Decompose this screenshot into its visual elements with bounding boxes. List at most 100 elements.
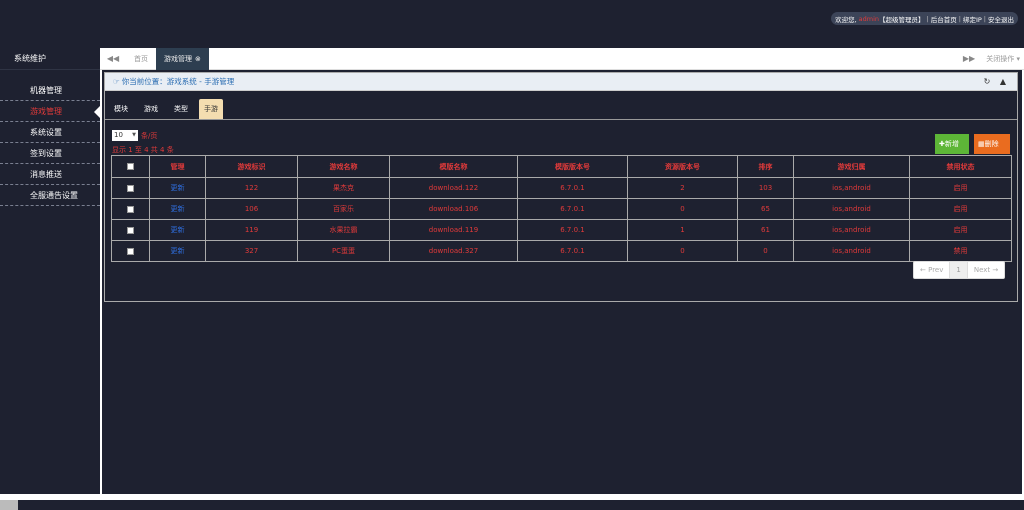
delete-button-label: 删除 <box>984 140 999 148</box>
breadcrumb: ☞ 你当前位置：游戏系统 - 手游管理 <box>113 73 234 91</box>
panel-body: 模块 游戏 类型 手游 10 ▼ 条/页 显示 1 至 4 共 4 条 ✚新增 … <box>105 91 1017 301</box>
sidebar-item-system[interactable]: 系统设置 <box>0 122 100 143</box>
cell-id: 106 <box>205 198 298 220</box>
sidebar-item-game[interactable]: 游戏管理 <box>0 101 101 122</box>
cell-name: 果杰克 <box>297 177 390 199</box>
sidebar-item-notice[interactable]: 全服通告设置 <box>0 185 100 206</box>
subtab-game[interactable]: 游戏 <box>139 99 163 119</box>
cell-name: 水果拉霸 <box>297 219 390 241</box>
bottom-scrollbar[interactable] <box>0 494 1024 510</box>
add-button-label: 新增 <box>944 140 959 148</box>
row-checkbox[interactable] <box>127 226 134 234</box>
subtab-divider <box>105 119 1017 120</box>
scrollbar-thumb[interactable] <box>0 500 18 510</box>
col-header: 游戏归属 <box>793 155 910 178</box>
sidebar: 系统维护 机器管理 游戏管理 系统设置 签到设置 消息推送 全服通告设置 <box>0 48 101 494</box>
record-info: 显示 1 至 4 共 4 条 <box>112 146 174 154</box>
cell-platform: ios,android <box>793 198 910 220</box>
logout-link[interactable]: 安全退出 <box>988 14 1014 24</box>
cell-template: download.122 <box>389 177 518 199</box>
subtab-type[interactable]: 类型 <box>169 99 193 119</box>
sidebar-item-machine[interactable]: 机器管理 <box>0 80 100 101</box>
admin-home-link[interactable]: 后台首页 <box>931 14 957 24</box>
page-size-control: 10 ▼ 条/页 <box>112 130 157 141</box>
cell-id: 122 <box>205 177 298 199</box>
collapse-icon[interactable]: ▲ <box>997 76 1009 88</box>
subtab-mobile[interactable]: 手游 <box>199 99 223 119</box>
delete-button[interactable]: ▦删除 <box>974 134 1010 154</box>
cell-platform: ios,android <box>793 177 910 199</box>
cell-tpl-ver: 6.7.0.1 <box>517 219 628 241</box>
row-checkbox[interactable] <box>127 247 134 255</box>
col-header: 模版名称 <box>389 155 518 178</box>
breadcrumb-text: 你当前位置：游戏系统 - 手游管理 <box>121 77 235 86</box>
select-all-cell <box>111 155 150 178</box>
top-header: 欢迎您, admin 【超级管理员】 | 后台首页 | 绑定IP | 安全退出 <box>0 0 1024 48</box>
next-page-button[interactable]: Next → <box>968 262 1004 278</box>
update-link[interactable]: 更新 <box>171 184 185 192</box>
cell-template: download.106 <box>389 198 518 220</box>
tab-game-manage-label: 游戏管理 <box>164 55 192 63</box>
page-size-suffix: 条/页 <box>141 131 158 140</box>
cell-sort: 61 <box>737 219 794 241</box>
user-info-bar: 欢迎您, admin 【超级管理员】 | 后台首页 | 绑定IP | 安全退出 <box>831 12 1018 25</box>
game-panel: ☞ 你当前位置：游戏系统 - 手游管理 ↻ ▲ 模块 游戏 类型 手游 10 ▼… <box>104 72 1018 302</box>
col-header: 排序 <box>737 155 794 178</box>
cell-status: 启用 <box>909 198 1012 220</box>
prev-page-button[interactable]: ← Prev <box>914 262 951 278</box>
close-ops-dropdown[interactable]: 关闭操作 ▾ <box>986 48 1020 70</box>
cell-name: PC蛋蛋 <box>297 240 390 262</box>
cell-template: download.327 <box>389 240 518 262</box>
col-header: 资源版本号 <box>627 155 738 178</box>
page-number-button[interactable]: 1 <box>950 262 968 278</box>
table-row: 更新 106 百家乐 download.106 6.7.0.1 0 65 ios… <box>111 198 1012 220</box>
subtab-module[interactable]: 模块 <box>109 99 133 119</box>
caret-down-icon: ▼ <box>132 132 136 138</box>
cell-sort: 103 <box>737 177 794 199</box>
sidebar-item-signin[interactable]: 签到设置 <box>0 143 100 164</box>
username: admin <box>858 14 880 23</box>
scrollbar-track <box>18 500 1024 510</box>
double-right-icon[interactable]: ▶▶ <box>958 48 980 70</box>
col-header: 游戏标识 <box>205 155 298 178</box>
add-button[interactable]: ✚新增 <box>935 134 969 154</box>
tab-bar: ◀◀ 首页 游戏管理 ⊗ ▶▶ 关闭操作 ▾ <box>100 48 1024 70</box>
cell-id: 119 <box>205 219 298 241</box>
page-size-value: 10 <box>114 131 123 139</box>
tab-home[interactable]: 首页 <box>126 48 156 70</box>
trash-icon: ▦ <box>978 140 985 148</box>
update-link[interactable]: 更新 <box>171 205 185 213</box>
cell-id: 327 <box>205 240 298 262</box>
cell-tpl-ver: 6.7.0.1 <box>517 198 628 220</box>
cell-res-ver: 2 <box>627 177 738 199</box>
update-link[interactable]: 更新 <box>171 247 185 255</box>
double-left-icon[interactable]: ◀◀ <box>102 48 124 70</box>
col-header: 禁用状态 <box>909 155 1012 178</box>
select-all-checkbox[interactable] <box>127 163 134 170</box>
close-ops-label: 关闭操作 <box>986 55 1015 63</box>
col-header: 管理 <box>149 155 206 178</box>
close-circle-icon[interactable]: ⊗ <box>195 55 201 63</box>
page-size-select[interactable]: 10 ▼ <box>112 130 138 141</box>
sidebar-title: 系统维护 <box>0 48 100 70</box>
cell-name: 百家乐 <box>297 198 390 220</box>
cell-template: download.119 <box>389 219 518 241</box>
cell-tpl-ver: 6.7.0.1 <box>517 177 628 199</box>
cell-platform: ios,android <box>793 219 910 241</box>
sidebar-menu: 机器管理 游戏管理 系统设置 签到设置 消息推送 全服通告设置 <box>0 80 101 206</box>
refresh-icon[interactable]: ↻ <box>981 76 993 88</box>
table-row: 更新 122 果杰克 download.122 6.7.0.1 2 103 io… <box>111 177 1012 199</box>
bind-ip-link[interactable]: 绑定IP <box>963 14 982 24</box>
cell-tpl-ver: 6.7.0.1 <box>517 240 628 262</box>
panel-header: ☞ 你当前位置：游戏系统 - 手游管理 ↻ ▲ <box>105 73 1017 91</box>
welcome-text: 欢迎您, <box>835 15 857 24</box>
table-row: 更新 119 水果拉霸 download.119 6.7.0.1 1 61 io… <box>111 219 1012 241</box>
sidebar-item-push[interactable]: 消息推送 <box>0 164 100 185</box>
row-checkbox[interactable] <box>127 205 134 213</box>
sub-tabs: 模块 游戏 类型 手游 <box>109 99 229 119</box>
cell-sort: 65 <box>737 198 794 220</box>
cell-res-ver: 0 <box>627 240 738 262</box>
tab-game-manage[interactable]: 游戏管理 ⊗ <box>156 48 209 70</box>
update-link[interactable]: 更新 <box>171 226 185 234</box>
row-checkbox[interactable] <box>127 184 134 192</box>
